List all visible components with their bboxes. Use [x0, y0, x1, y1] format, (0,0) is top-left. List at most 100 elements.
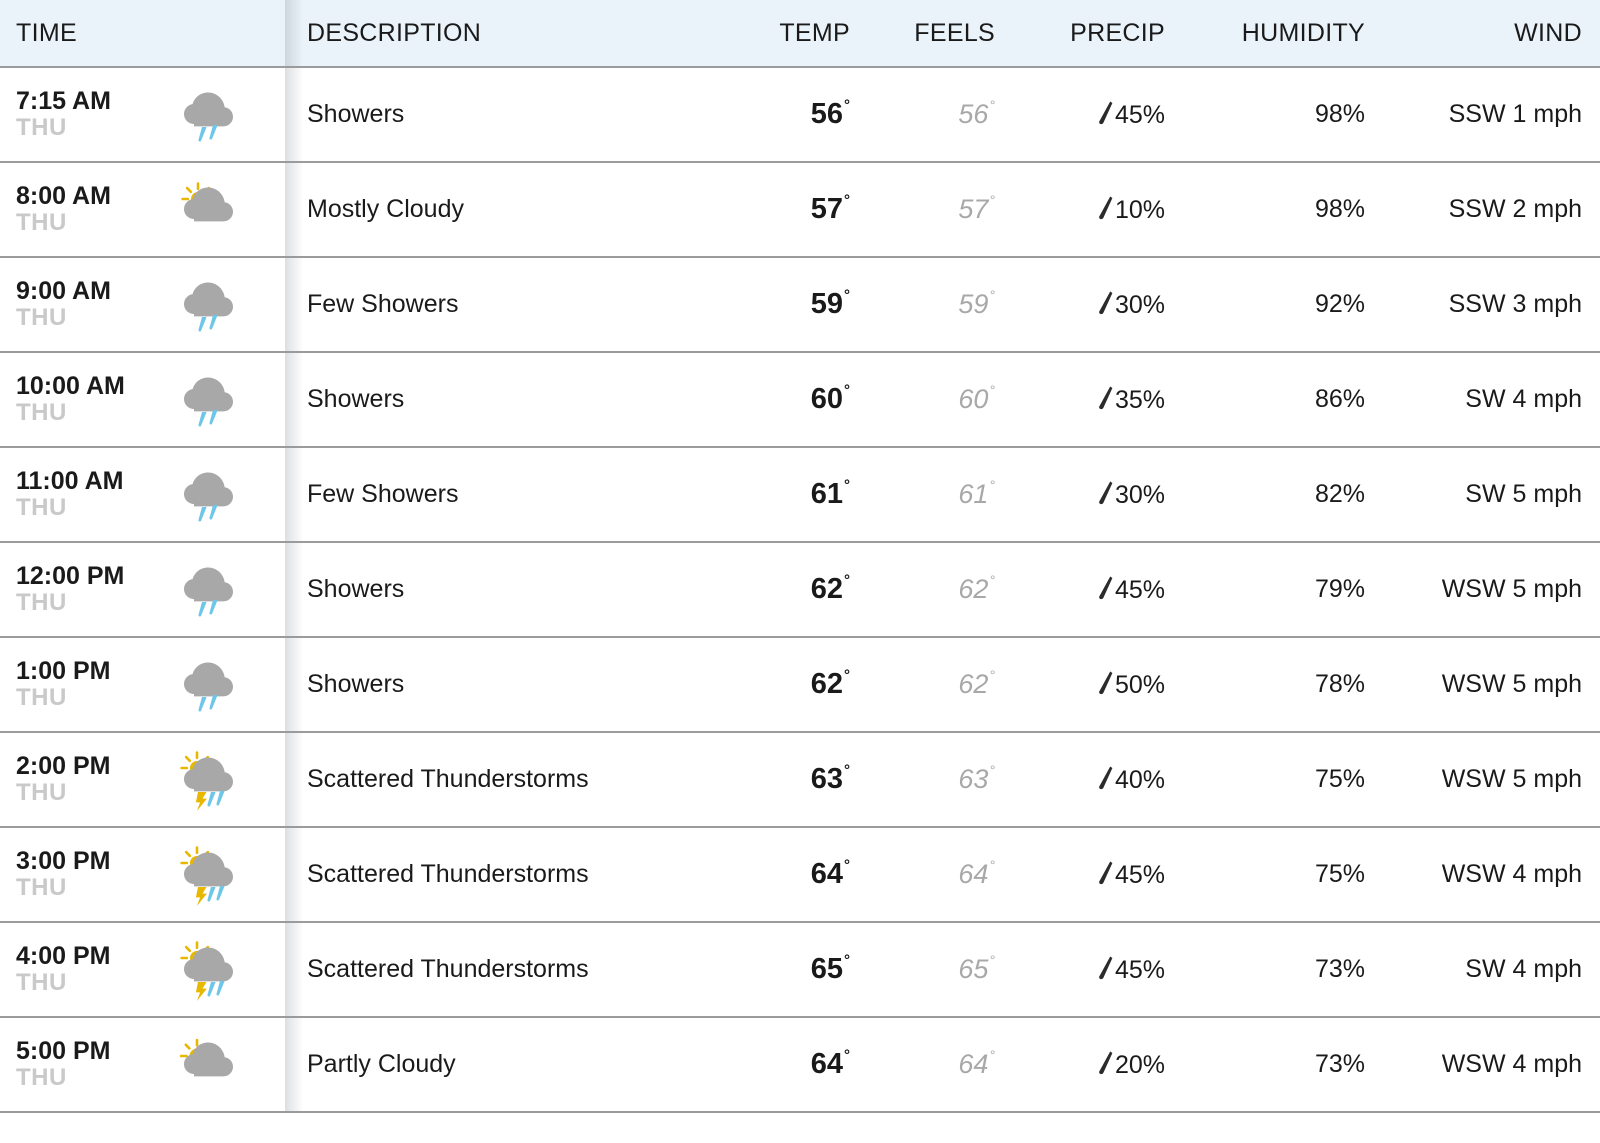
- degree-symbol: °: [843, 286, 850, 304]
- raindrop-icon: [1097, 1051, 1113, 1079]
- cell-temp: 63°: [680, 763, 850, 796]
- raindrop-icon: [1097, 956, 1113, 984]
- degree-symbol: °: [843, 571, 850, 589]
- cell-description: Scattered Thunderstorms: [307, 955, 589, 983]
- degree-symbol: °: [843, 191, 850, 209]
- cell-humidity: 73%: [1314, 955, 1365, 983]
- degree-symbol: °: [989, 97, 995, 114]
- degree-symbol: °: [989, 192, 995, 209]
- column-header-wind[interactable]: WIND: [1365, 19, 1600, 48]
- cell-temp: 61°: [680, 478, 850, 511]
- raindrop-icon: [1097, 291, 1113, 319]
- showers-icon: [166, 274, 252, 336]
- degree-symbol: °: [843, 381, 850, 399]
- cell-temp: 56°: [680, 98, 850, 131]
- table-row[interactable]: 5:00 PM THU Partly Cloudy 64° 64° 20% 73% WSW 4…: [0, 1018, 1600, 1113]
- degree-symbol: °: [843, 761, 850, 779]
- cell-description: Scattered Thunderstorms: [307, 860, 589, 888]
- row-day: THU: [16, 779, 67, 807]
- degree-symbol: °: [843, 96, 850, 114]
- cell-humidity: 98%: [1314, 100, 1365, 128]
- cell-time: 5:00 PM THU: [0, 1018, 285, 1111]
- degree-symbol: °: [989, 952, 995, 969]
- row-time: 11:00 AM: [16, 467, 124, 496]
- table-row[interactable]: 7:15 AM THU Showers 56° 56° 45% 98% SSW 1 mph: [0, 68, 1600, 163]
- cell-wind: WSW 5 mph: [1441, 765, 1582, 793]
- column-header-description[interactable]: DESCRIPTION: [285, 19, 680, 48]
- row-time: 1:00 PM: [16, 657, 111, 686]
- temp-value: 63: [810, 763, 843, 795]
- feels-value: 63: [958, 764, 989, 794]
- feels-value: 64: [958, 859, 989, 889]
- table-row[interactable]: 4:00 PM THU Scattered Thunderstorms 65° 65° 4…: [0, 923, 1600, 1018]
- temp-value: 56: [810, 98, 843, 130]
- degree-symbol: °: [989, 762, 995, 779]
- table-row[interactable]: 8:00 AM THU Mostly Cloudy 57° 57° 10% 98% SSW 2…: [0, 163, 1600, 258]
- cell-time: 12:00 PM THU: [0, 543, 285, 636]
- table-row[interactable]: 9:00 AM THU Few Showers 59° 59° 30% 92% SSW 3 m…: [0, 258, 1600, 353]
- cell-wind: SSW 3 mph: [1448, 290, 1582, 318]
- degree-symbol: °: [989, 287, 995, 304]
- cell-humidity: 75%: [1314, 765, 1365, 793]
- cell-precip: 30%: [995, 290, 1165, 320]
- precip-value: 35%: [1114, 385, 1165, 414]
- cell-temp: 62°: [680, 573, 850, 606]
- cell-precip: 35%: [995, 385, 1165, 415]
- column-header-time[interactable]: TIME: [0, 18, 285, 48]
- cell-description: Showers: [307, 670, 405, 698]
- raindrop-icon: [1097, 576, 1113, 604]
- feels-value: 59: [958, 289, 989, 319]
- cell-temp: 64°: [680, 1048, 850, 1081]
- cell-time: 7:15 AM THU: [0, 68, 285, 161]
- table-row[interactable]: 2:00 PM THU Scattered Thunderstorms 63° 63° 4…: [0, 733, 1600, 828]
- showers-icon: [166, 369, 252, 431]
- row-day: THU: [16, 969, 67, 997]
- cell-precip: 20%: [995, 1050, 1165, 1080]
- degree-symbol: °: [843, 856, 850, 874]
- cell-feels: 62°: [850, 573, 995, 605]
- cell-humidity: 78%: [1314, 670, 1365, 698]
- raindrop-icon: [1097, 101, 1113, 129]
- table-row[interactable]: 3:00 PM THU Scattered Thunderstorms 64° 64° 4…: [0, 828, 1600, 923]
- precip-value: 10%: [1114, 195, 1165, 224]
- cell-time: 9:00 AM THU: [0, 258, 285, 351]
- cell-humidity: 75%: [1314, 860, 1365, 888]
- degree-symbol: °: [989, 382, 995, 399]
- precip-value: 45%: [1114, 955, 1165, 984]
- raindrop-icon: [1097, 386, 1113, 414]
- table-row[interactable]: 12:00 PM THU Showers 62° 62° 45% 79% WSW 5 mph: [0, 543, 1600, 638]
- temp-value: 61: [810, 478, 843, 510]
- cell-time: 8:00 AM THU: [0, 163, 285, 256]
- raindrop-icon: [1097, 671, 1113, 699]
- cell-feels: 64°: [850, 858, 995, 890]
- cell-precip: 45%: [995, 575, 1165, 605]
- precip-value: 40%: [1114, 765, 1165, 794]
- row-day: THU: [16, 589, 67, 617]
- cell-temp: 62°: [680, 668, 850, 701]
- table-row[interactable]: 10:00 AM THU Showers 60° 60° 35% 86% SW 4 mph: [0, 353, 1600, 448]
- feels-value: 57: [958, 194, 989, 224]
- partly-cloudy-icon: [166, 1034, 252, 1096]
- cell-humidity: 86%: [1314, 385, 1365, 413]
- cell-wind: WSW 5 mph: [1441, 575, 1582, 603]
- table-row[interactable]: 11:00 AM THU Few Showers 61° 61° 30% 82% SW 5 m…: [0, 448, 1600, 543]
- row-day: THU: [16, 494, 67, 522]
- cell-humidity: 98%: [1314, 195, 1365, 223]
- cell-wind: SW 5 mph: [1465, 480, 1582, 508]
- cell-wind: SSW 2 mph: [1448, 195, 1582, 223]
- cell-feels: 65°: [850, 952, 995, 985]
- row-day: THU: [16, 1064, 67, 1092]
- table-header-row: TIME DESCRIPTION TEMP FEELS PRECIP HUMID…: [0, 0, 1600, 68]
- cell-wind: WSW 4 mph: [1441, 860, 1582, 888]
- cell-time: 2:00 PM THU: [0, 733, 285, 826]
- column-header-temp[interactable]: TEMP: [680, 19, 850, 48]
- degree-symbol: °: [989, 667, 995, 684]
- table-row[interactable]: 1:00 PM THU Showers 62° 62° 50% 78% WSW 5 mph: [0, 638, 1600, 733]
- column-header-precip[interactable]: PRECIP: [995, 19, 1165, 48]
- column-header-humidity[interactable]: HUMIDITY: [1165, 19, 1365, 48]
- cell-humidity: 79%: [1314, 575, 1365, 603]
- cell-humidity: 82%: [1314, 480, 1365, 508]
- cell-description: Mostly Cloudy: [307, 195, 464, 223]
- column-header-feels[interactable]: FEELS: [850, 19, 995, 48]
- precip-value: 30%: [1114, 290, 1165, 319]
